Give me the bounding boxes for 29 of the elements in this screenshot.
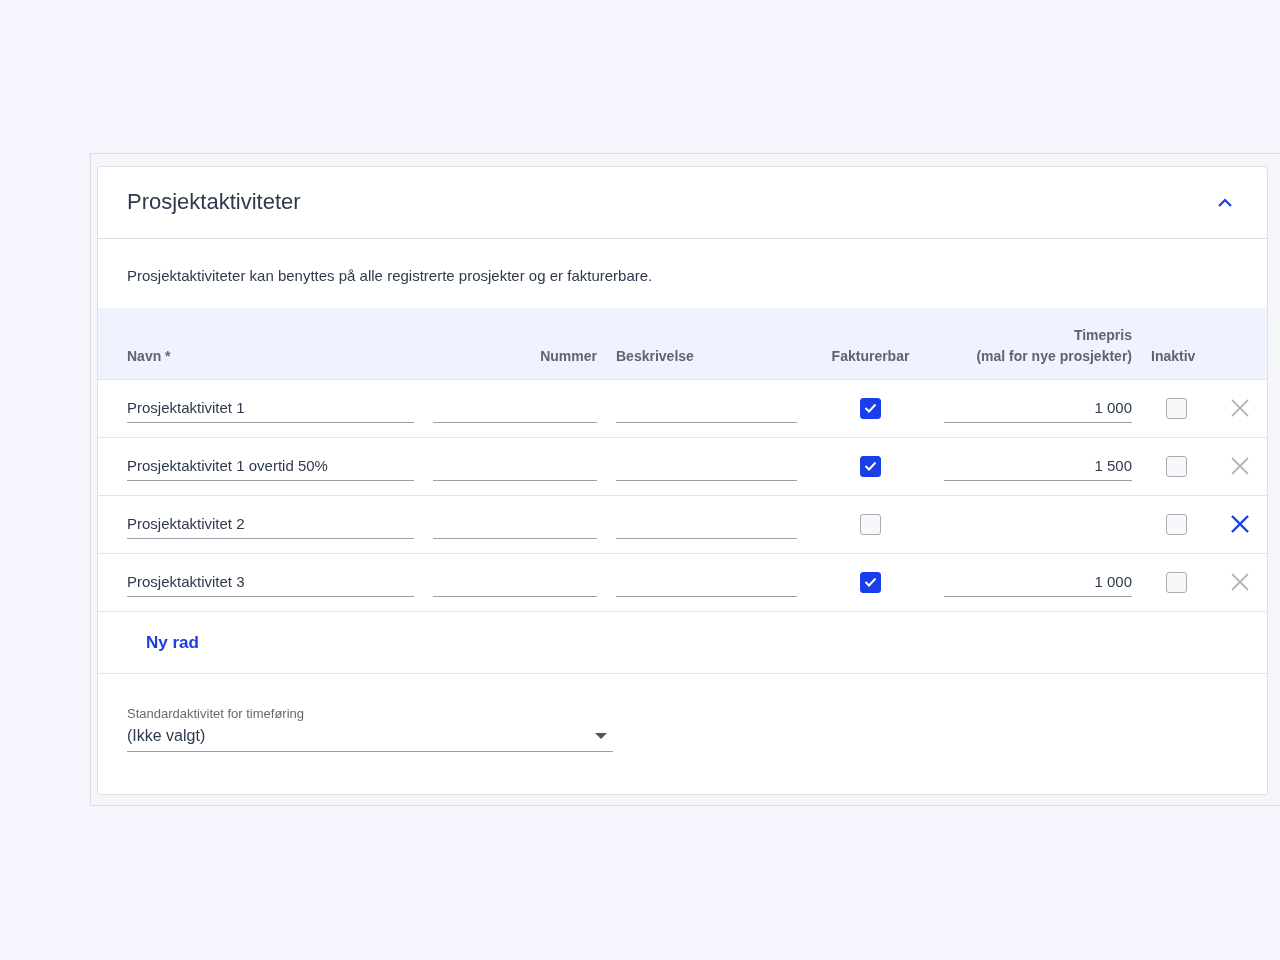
column-header: Fakturerbar <box>831 346 910 366</box>
checkmark-icon <box>864 403 877 413</box>
column-header: Inaktiv <box>1151 346 1196 366</box>
delete-button[interactable] <box>1230 514 1250 534</box>
billable-checkbox[interactable] <box>860 455 881 477</box>
chevron-up-icon <box>1218 198 1232 207</box>
billable-checkbox[interactable] <box>860 397 881 419</box>
billable-checkbox[interactable] <box>860 513 881 535</box>
checkmark-icon <box>864 577 877 587</box>
field-label: Standardaktivitet for timeføring <box>127 705 306 723</box>
name-field[interactable]: Prosjektaktivitet 1 <box>127 393 414 423</box>
name-field[interactable]: Prosjektaktivitet 2 <box>127 509 414 539</box>
rate-field[interactable]: 1 000 <box>944 393 1132 423</box>
section-title: Prosjektaktiviteter <box>127 189 301 216</box>
name-field[interactable]: Prosjektaktivitet 1 overtid 50% <box>127 451 414 481</box>
dropdown-arrow-icon <box>595 732 607 739</box>
selected-value: (Ikke valgt) <box>127 725 206 746</box>
rate-field[interactable]: 1 500 <box>944 451 1132 481</box>
section-description: Prosjektaktiviteter kan benyttes på alle registrerte prosjekter og er fakturerbare. <box>126 266 654 286</box>
name-field[interactable]: Prosjektaktivitet 3 <box>127 567 414 597</box>
column-header: Timepris (mal for nye prosjekter) <box>976 325 1132 366</box>
column-header: Navn * <box>127 346 171 366</box>
column-header: Beskrivelse <box>616 346 694 366</box>
default-activity-dropdown[interactable]: (Ikke valgt) <box>127 723 613 752</box>
rate-field[interactable]: 1 000 <box>944 567 1132 597</box>
checkmark-icon <box>864 461 877 471</box>
add-row-link[interactable]: Ny rad <box>146 629 199 655</box>
billable-checkbox[interactable] <box>860 571 881 593</box>
column-header: Nummer <box>540 346 597 366</box>
